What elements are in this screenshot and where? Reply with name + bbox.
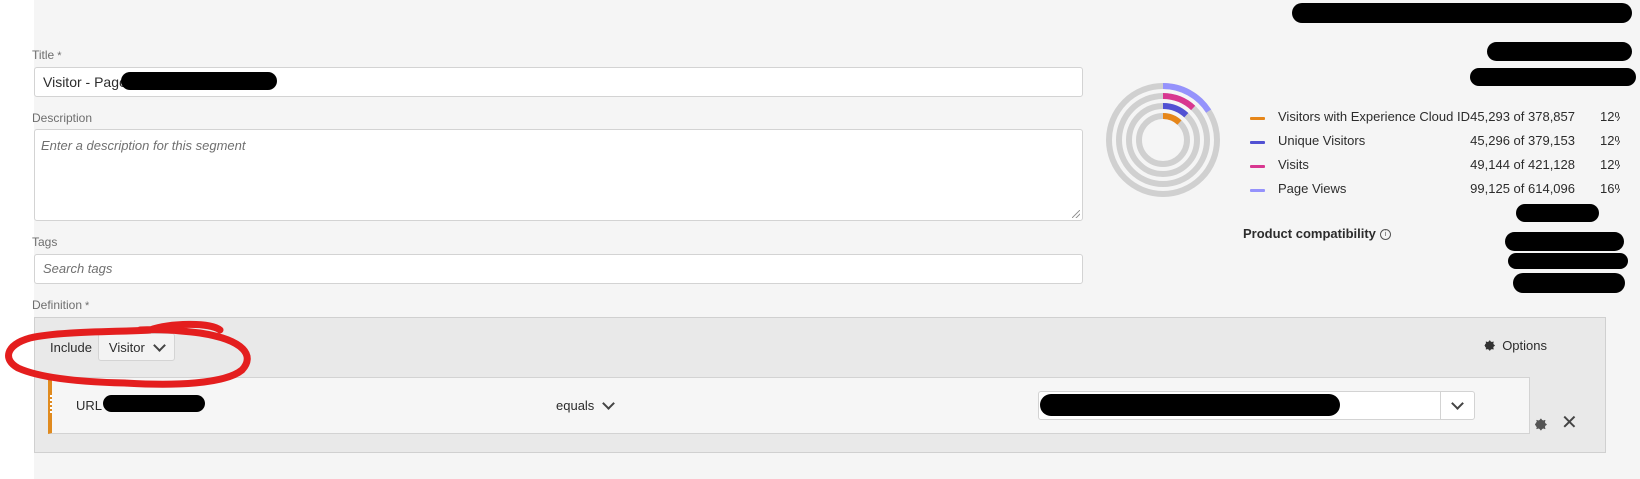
legend-label: Visits bbox=[1278, 157, 1309, 172]
redacted-text bbox=[1516, 204, 1599, 222]
redacted-text bbox=[1505, 232, 1624, 251]
drag-handle[interactable] bbox=[50, 395, 52, 415]
legend-count: 49,144 of 421,128 bbox=[1470, 157, 1575, 172]
info-icon[interactable]: i bbox=[1379, 229, 1391, 240]
description-label: Description bbox=[32, 111, 93, 125]
gear-icon bbox=[1484, 340, 1496, 351]
legend-percent: 12% bbox=[1600, 109, 1620, 124]
legend-percent: 16% bbox=[1600, 181, 1620, 196]
description-placeholder: Enter a description for this segment bbox=[41, 138, 246, 153]
redacted-text bbox=[103, 395, 205, 412]
chevron-down-icon bbox=[602, 397, 616, 410]
redacted-text bbox=[1470, 68, 1636, 86]
include-label: Include bbox=[50, 339, 92, 355]
legend-row-ecid: Visitors with Experience Cloud ID 45,293… bbox=[1250, 108, 1620, 128]
legend-swatch bbox=[1250, 165, 1265, 168]
scope-dropdown[interactable]: Visitor bbox=[97, 333, 175, 361]
legend-label: Page Views bbox=[1278, 181, 1347, 196]
options-button[interactable]: Options bbox=[1481, 338, 1547, 353]
legend-count: 45,293 of 378,857 bbox=[1470, 109, 1575, 124]
redacted-text bbox=[1487, 42, 1632, 61]
redacted-text bbox=[1292, 3, 1632, 23]
tags-label: Tags bbox=[32, 235, 58, 249]
options-label: Options bbox=[1502, 338, 1547, 353]
rule-dimension[interactable]: URL bbox=[76, 398, 102, 413]
chevron-down-icon bbox=[1451, 397, 1464, 410]
redacted-text bbox=[1513, 273, 1625, 293]
legend-count: 45,296 of 379,153 bbox=[1470, 133, 1575, 148]
tags-placeholder: Search tags bbox=[43, 261, 113, 276]
legend-swatch bbox=[1250, 117, 1265, 120]
legend-row-visits: Visits 49,144 of 421,128 12% bbox=[1250, 156, 1620, 176]
description-input[interactable]: Enter a description for this segment bbox=[34, 129, 1083, 221]
legend-label: Visitors with Experience Cloud ID bbox=[1278, 109, 1470, 124]
operator-dropdown[interactable]: equals bbox=[556, 397, 616, 413]
legend-row-page-views: Page Views 99,125 of 614,096 16% bbox=[1250, 180, 1620, 200]
scope-value: Visitor bbox=[108, 339, 145, 355]
legend-percent: 12% bbox=[1600, 133, 1620, 148]
gear-icon[interactable] bbox=[1531, 416, 1548, 433]
operator-value: equals bbox=[556, 398, 595, 413]
redacted-text bbox=[121, 72, 277, 90]
title-label: Title * bbox=[32, 48, 62, 62]
donut-ring-track bbox=[1116, 93, 1210, 187]
legend-percent: 12% bbox=[1600, 157, 1620, 172]
legend-label: Unique Visitors bbox=[1278, 133, 1366, 148]
product-compatibility: Product compatibility i bbox=[1243, 226, 1391, 241]
legend-count: 99,125 of 614,096 bbox=[1470, 181, 1575, 196]
include-scope-group: Include Visitor bbox=[44, 333, 175, 361]
redacted-text bbox=[1508, 253, 1628, 269]
resize-handle[interactable] bbox=[1072, 210, 1080, 218]
legend-swatch bbox=[1250, 141, 1265, 144]
legend-swatch bbox=[1250, 189, 1265, 192]
chevron-down-icon bbox=[152, 338, 166, 352]
title-value: Visitor - Page bbox=[43, 74, 127, 90]
value-dropdown-button[interactable] bbox=[1440, 392, 1474, 419]
donut-ring-track bbox=[1136, 113, 1190, 167]
redacted-text bbox=[1040, 394, 1340, 416]
definition-label: Definition * bbox=[32, 298, 90, 312]
close-icon[interactable]: ✕ bbox=[1561, 413, 1578, 433]
legend-row-unique-visitors: Unique Visitors 45,296 of 379,153 12% bbox=[1250, 132, 1620, 152]
tags-search-input[interactable]: Search tags bbox=[34, 254, 1083, 284]
segment-summary-donut bbox=[1106, 83, 1220, 197]
